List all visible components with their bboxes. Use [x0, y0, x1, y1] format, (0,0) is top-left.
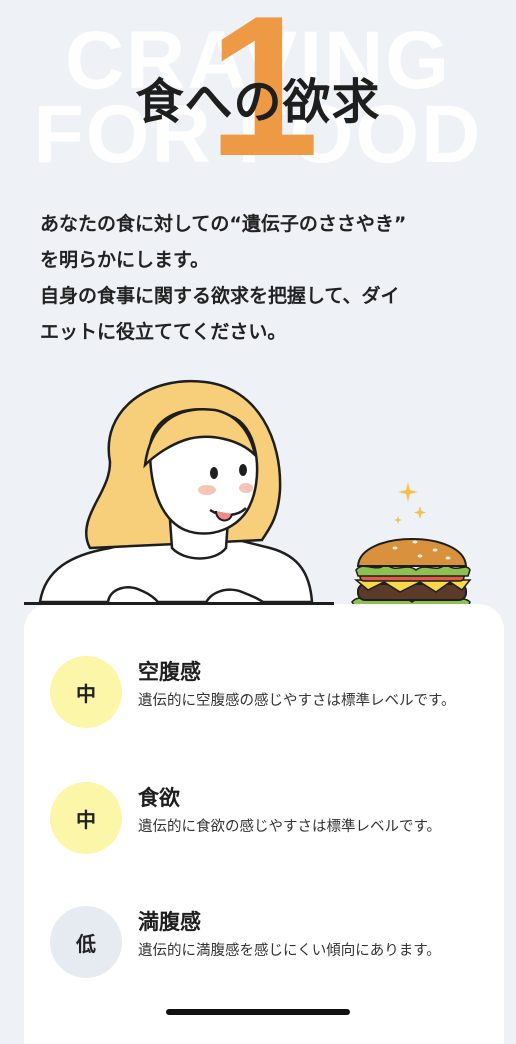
intro-line-3: 自身の食事に関する欲求を把握して、ダイ: [40, 285, 400, 307]
intro-line-2: を明らかにします。: [40, 249, 210, 271]
trait-description: 遺伝的に空腹感の感じやすさは標準レベルです。: [138, 693, 456, 709]
trait-name: 満腹感: [138, 910, 201, 934]
intro-text: あなたの食に対しての“遺伝子のささやき” を明らかにします。 自身の食事に関する…: [40, 206, 490, 350]
page-title: 食への欲求: [135, 74, 381, 130]
trait-description: 遺伝的に満腹感を感じにくい傾向にあります。: [138, 943, 441, 959]
home-indicator[interactable]: [166, 1009, 350, 1015]
hero-header: CRAVING FOR FOOD 1 食への欲求: [0, 0, 516, 187]
trait-name: 空腹感: [138, 660, 201, 684]
trait-item-appetite: 中 食欲 遺伝的に食欲の感じやすさは標準レベルです。: [50, 782, 470, 882]
trait-name: 食欲: [138, 786, 180, 810]
trait-description: 遺伝的に食欲の感じやすさは標準レベルです。: [138, 819, 442, 835]
level-badge: 中: [50, 782, 122, 854]
trait-item-satiety: 低 満腹感 遺伝的に満腹感を感じにくい傾向にあります。: [50, 906, 470, 1006]
trait-item-hunger: 中 空腹感 遺伝的に空腹感の感じやすさは標準レベルです。: [50, 656, 470, 756]
intro-line-4: エットに役立ててください。: [40, 321, 287, 343]
level-badge: 低: [50, 906, 122, 978]
table-edge-line: [24, 602, 334, 605]
intro-line-1: あなたの食に対しての“遺伝子のささやき”: [40, 213, 407, 235]
level-badge: 中: [50, 656, 122, 728]
